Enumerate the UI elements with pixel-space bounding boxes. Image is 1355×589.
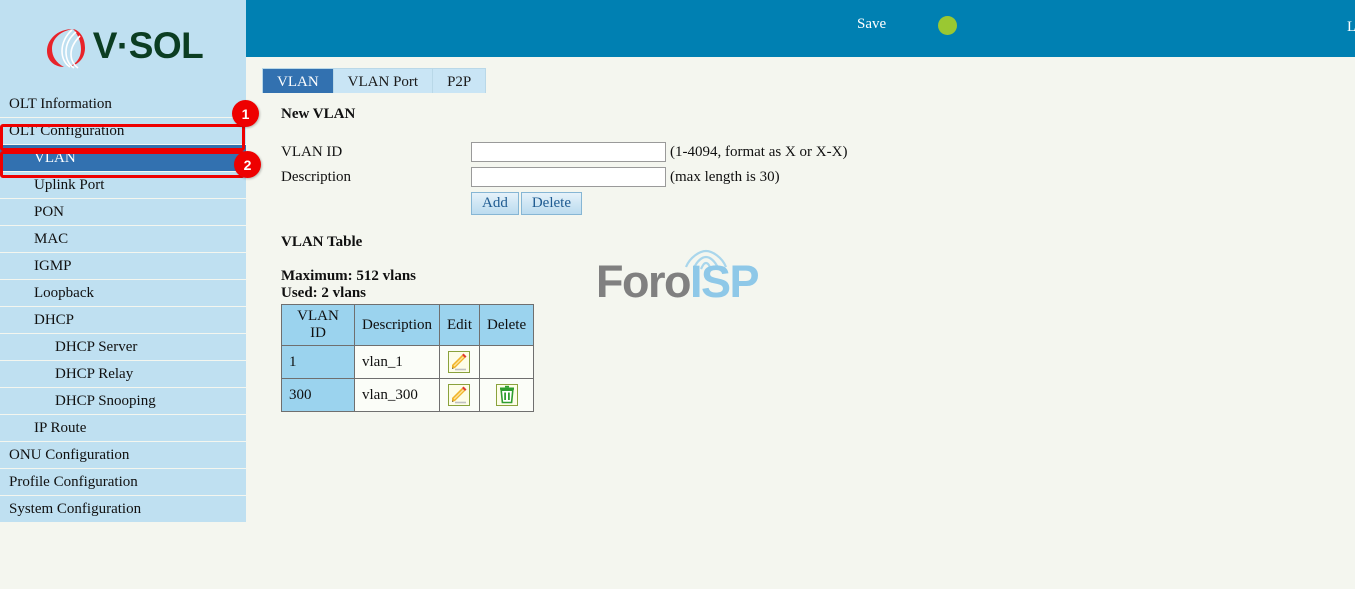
used-vlans-text: Used: 2 vlans (281, 285, 367, 301)
log-link[interactable]: Log (1347, 19, 1355, 36)
sidebar-item-dhcp-snooping[interactable]: DHCP Snooping (0, 388, 246, 414)
pencil-edit-icon[interactable] (448, 384, 471, 406)
sidebar-item-dhcp[interactable]: DHCP (0, 307, 246, 333)
delete-button[interactable]: Delete (520, 192, 582, 215)
vlan-id-input[interactable] (471, 142, 666, 162)
sidebar-item-olt-configuration[interactable]: OLT Configuration (0, 118, 246, 144)
sidebar-item-vlan[interactable]: VLAN (0, 145, 246, 171)
pencil-edit-icon[interactable] (448, 351, 471, 373)
annotation-badge-1: 1 (232, 100, 259, 127)
sidebar-item-onu-configuration[interactable]: ONU Configuration (0, 442, 246, 468)
col-description: Description (354, 304, 440, 346)
olt-web-management-page: V·SOL Save Log Status ONU list Logout VL… (0, 0, 1355, 589)
cell-vlan-id: 1 (281, 345, 355, 379)
foroisp-watermark: ForoISP (596, 249, 760, 313)
top-header-bar: Save Log Status ONU list Logout (246, 0, 1355, 57)
col-delete: Delete (478, 304, 535, 346)
sidebar-item-igmp[interactable]: IGMP (0, 253, 246, 279)
cell-vlan-id: 300 (281, 378, 355, 412)
trash-delete-icon[interactable] (495, 384, 518, 406)
watermark-text-isp: ISP (689, 256, 760, 307)
save-link[interactable]: Save (857, 16, 886, 33)
tab-p2p[interactable]: P2P (433, 69, 486, 96)
cell-delete (478, 378, 535, 412)
vlan-id-hint: (1-4094, format as X or X-X) (670, 144, 848, 160)
description-label: Description (281, 169, 351, 185)
add-button[interactable]: Add (471, 192, 519, 215)
sidebar-item-ip-route[interactable]: IP Route (0, 415, 246, 441)
sidebar-item-olt-information[interactable]: OLT Information (0, 91, 246, 117)
annotation-badge-2: 2 (234, 151, 261, 178)
sidebar-item-pon[interactable]: PON (0, 199, 246, 225)
status-indicator-dot (938, 16, 957, 35)
watermark-text-foro: Foro (596, 256, 691, 307)
description-hint: (max length is 30) (670, 169, 780, 185)
tab-vlan[interactable]: VLAN (263, 69, 334, 96)
form-button-row: Add Delete (471, 192, 582, 215)
description-input[interactable] (471, 167, 666, 187)
main-content-panel: New VLAN VLAN ID (1-4094, format as X or… (246, 93, 1355, 589)
cell-delete (478, 345, 535, 379)
signal-tower-icon (684, 249, 728, 270)
sidebar-navigation: OLT Information OLT Configuration VLAN U… (0, 91, 246, 523)
sidebar-item-dhcp-relay[interactable]: DHCP Relay (0, 361, 246, 387)
sidebar-item-profile-configuration[interactable]: Profile Configuration (0, 469, 246, 495)
table-row: 1 vlan_1 (281, 345, 535, 379)
sidebar-item-system-configuration[interactable]: System Configuration (0, 496, 246, 522)
vlan-counts: Maximum: 512 vlans Used: 2 vlans (281, 268, 416, 302)
cell-description: vlan_1 (354, 345, 440, 379)
tab-bar: VLAN VLAN Port P2P (246, 57, 1355, 96)
vsol-swirl-logo-icon (43, 23, 87, 69)
col-vlan-id: VLAN ID (281, 304, 355, 346)
table-row: 300 vlan_300 (281, 378, 535, 412)
cell-edit (438, 345, 480, 379)
vlan-table: VLAN ID Description Edit Delete 1 vlan_1 (281, 304, 535, 412)
brand-logo-area: V·SOL (0, 0, 246, 91)
new-vlan-heading: New VLAN (281, 106, 356, 122)
table-header-row: VLAN ID Description Edit Delete (281, 304, 535, 346)
vlan-table-heading: VLAN Table (281, 234, 363, 250)
sidebar-item-uplink-port[interactable]: Uplink Port (0, 172, 246, 198)
sidebar-item-mac[interactable]: MAC (0, 226, 246, 252)
maximum-vlans-text: Maximum: 512 vlans (281, 268, 416, 284)
brand-name: V·SOL (92, 25, 204, 66)
vlan-id-label: VLAN ID (281, 144, 343, 160)
cell-edit (438, 378, 480, 412)
tab-vlan-port[interactable]: VLAN Port (333, 69, 434, 96)
sidebar-item-dhcp-server[interactable]: DHCP Server (0, 334, 246, 360)
cell-description: vlan_300 (354, 378, 440, 412)
col-edit: Edit (438, 304, 480, 346)
sidebar-item-loopback[interactable]: Loopback (0, 280, 246, 306)
